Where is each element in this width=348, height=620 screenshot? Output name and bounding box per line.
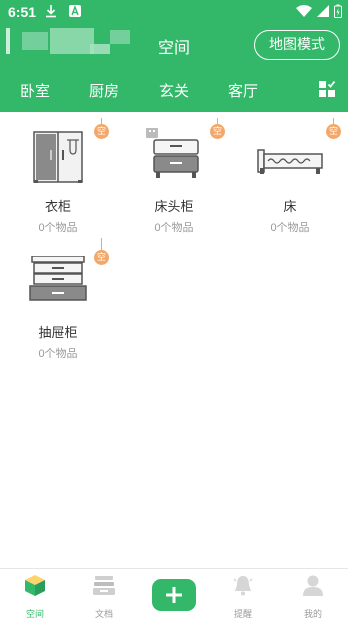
storage-item[interactable]: 空 抽屉柜 0个物品 — [0, 238, 116, 370]
tray-icon — [92, 573, 116, 597]
bed-icon — [252, 130, 328, 184]
storage-item[interactable]: 空 衣柜 0个物品 — [0, 118, 116, 244]
item-count: 0个物品 — [38, 222, 78, 234]
nav-label: 空间 — [25, 609, 44, 619]
add-button[interactable] — [152, 579, 196, 611]
nightstand-icon — [136, 130, 212, 184]
tab-living-room[interactable]: 客厅 — [208, 80, 278, 101]
user-icon — [301, 573, 325, 597]
storage-item[interactable]: 空 床 0个物品 — [232, 118, 348, 244]
empty-tag: 空 — [94, 124, 109, 139]
tab-entrance[interactable]: 玄关 — [139, 80, 209, 101]
grid-view-icon[interactable] — [318, 80, 336, 98]
item-count: 0个物品 — [270, 222, 310, 234]
bell-icon — [231, 573, 255, 597]
battery-icon — [334, 4, 342, 23]
empty-tag: 空 — [326, 124, 341, 139]
wardrobe-icon — [20, 130, 96, 184]
empty-tag: 空 — [210, 124, 225, 139]
item-name: 床头柜 — [154, 199, 194, 214]
wifi-icon — [296, 4, 312, 23]
font-a-icon — [68, 4, 82, 23]
nav-profile[interactable]: 我的 — [278, 573, 348, 619]
tab-kitchen[interactable]: 厨房 — [69, 80, 139, 101]
nav-space[interactable]: 空间 — [0, 573, 70, 619]
nav-reminders[interactable]: 提醒 — [208, 573, 278, 619]
download-icon — [44, 4, 58, 23]
tab-bedroom[interactable]: 卧室 — [0, 80, 70, 101]
item-name: 衣柜 — [44, 199, 71, 214]
item-name: 床 — [283, 199, 297, 214]
nav-documents[interactable]: 文档 — [69, 573, 139, 619]
box-icon — [23, 573, 47, 597]
item-count: 0个物品 — [154, 222, 194, 234]
item-count: 0个物品 — [38, 348, 78, 360]
item-name: 抽屉柜 — [38, 325, 78, 340]
nav-label: 提醒 — [233, 609, 252, 619]
status-bar: 6:51 — [0, 0, 348, 24]
nav-label: 文档 — [94, 609, 113, 619]
empty-tag: 空 — [94, 250, 109, 265]
room-tab-bar: 卧室 厨房 玄关 客厅 — [0, 64, 348, 112]
signal-icon — [316, 4, 330, 23]
storage-item[interactable]: 空 床头柜 0个物品 — [116, 118, 232, 244]
bottom-navigation: 空间 文档 提醒 我的 — [0, 568, 348, 620]
app-bar: 空间 地图模式 — [0, 24, 348, 64]
map-mode-button[interactable]: 地图模式 — [254, 30, 340, 60]
nav-label: 我的 — [303, 609, 322, 619]
plus-icon — [164, 585, 184, 610]
drawer-cabinet-icon — [20, 255, 96, 310]
status-time: 6:51 — [8, 4, 37, 20]
